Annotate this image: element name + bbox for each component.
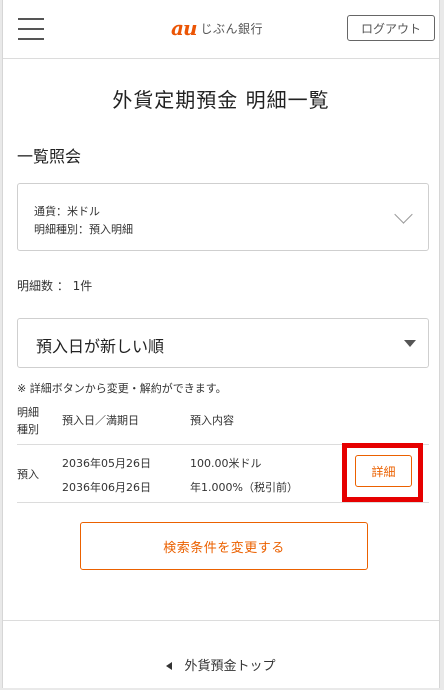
logo-mark: au bbox=[171, 16, 197, 40]
header-content: 預入内容 bbox=[190, 414, 234, 427]
footer-link[interactable]: 外貨預金トップ bbox=[3, 655, 439, 674]
footer-divider bbox=[3, 620, 439, 621]
header-dates: 預入日／満期日 bbox=[62, 414, 139, 427]
row-deposit-date: 2036年05月26日 bbox=[62, 457, 151, 470]
note-text: ※ 詳細ボタンから変更・解約ができます。 bbox=[17, 382, 227, 395]
logo-text: じぶん銀行 bbox=[200, 21, 264, 36]
sort-selected-value: 預入日が新しい順 bbox=[36, 337, 165, 356]
menu-icon[interactable] bbox=[18, 18, 44, 40]
filter-type: 明細種別：預入明細 bbox=[34, 223, 133, 236]
caret-down-icon bbox=[404, 340, 416, 347]
sort-select[interactable]: 預入日が新しい順 bbox=[17, 318, 429, 368]
page-title: 外貨定期預金 明細一覧 bbox=[112, 88, 330, 112]
detail-button[interactable]: 詳細 bbox=[355, 455, 412, 487]
row-amount: 100.00米ドル bbox=[190, 457, 262, 470]
section-title: 一覧照会 bbox=[17, 147, 82, 166]
table-header: 明細 種別 預入日／満期日 預入内容 bbox=[17, 404, 429, 445]
row-type: 預入 bbox=[17, 468, 39, 481]
row-maturity-date: 2036年06月26日 bbox=[62, 481, 151, 494]
logout-button[interactable]: ログアウト bbox=[347, 15, 435, 41]
header-type: 明細 種別 bbox=[17, 406, 39, 436]
row-rate: 年1.000%（税引前） bbox=[190, 481, 298, 494]
caret-left-icon bbox=[166, 661, 173, 670]
filter-accordion[interactable]: 通貨：米ドル 明細種別：預入明細 bbox=[17, 183, 429, 251]
header: au じぶん銀行 ログアウト bbox=[3, 0, 439, 59]
result-count: 明細数 ： 1件 bbox=[17, 279, 93, 293]
chevron-down-icon bbox=[394, 205, 413, 224]
change-criteria-button[interactable]: 検索条件を変更する bbox=[80, 522, 368, 570]
filter-currency: 通貨：米ドル bbox=[34, 205, 100, 218]
logo: au じぶん銀行 bbox=[171, 16, 264, 40]
app-frame: au じぶん銀行 ログアウト 外貨定期預金 明細一覧 一覧照会 通貨：米ドル 明… bbox=[2, 0, 440, 688]
footer-link-label: 外貨預金トップ bbox=[184, 659, 276, 674]
